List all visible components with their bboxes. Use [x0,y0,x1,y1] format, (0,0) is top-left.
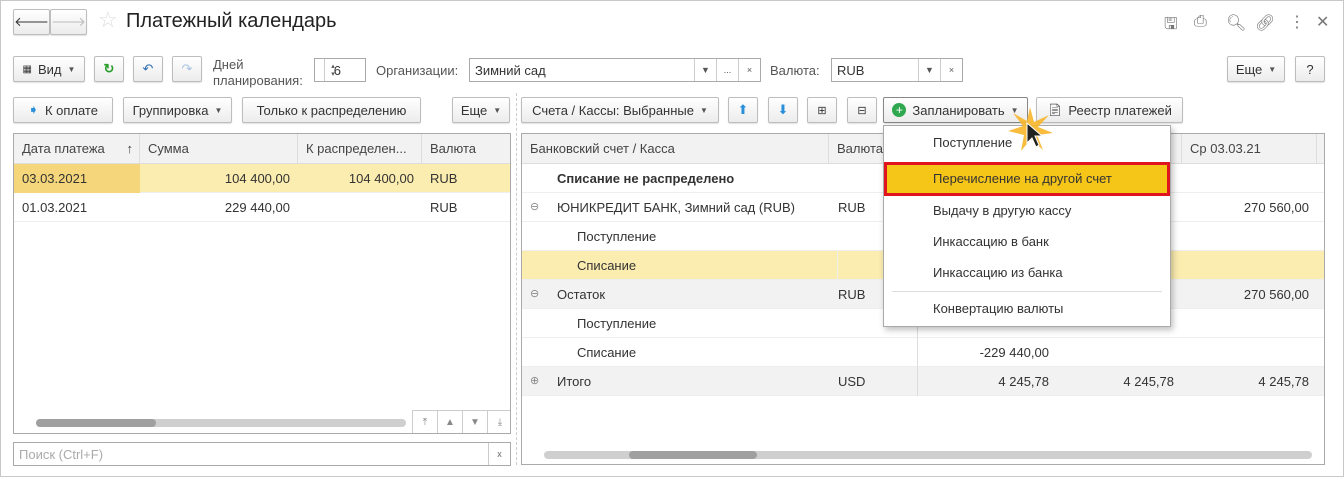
chevron-down-icon[interactable]: ▼ [694,59,716,81]
expand-tree-icon: ⊞ [817,104,827,117]
horizontal-scrollbar[interactable] [36,419,406,427]
table-row[interactable]: ⊕ Итого USD 4 245,78 4 245,78 4 245,78 [522,367,1324,396]
column-header-date-3[interactable]: Ср 03.03.21 [1182,134,1317,164]
grouping-button[interactable]: Группировка ▼ [123,97,232,123]
left-more-button[interactable]: Еще ▼ [452,97,510,123]
close-icon[interactable]: ✕ [1316,12,1329,32]
organization-field[interactable]: Зимний сад ▼ ... × [469,58,761,82]
favorite-star-icon[interactable]: ☆ [98,7,118,33]
help-button[interactable]: ? [1295,56,1325,82]
page-title: Платежный календарь [126,10,337,32]
plus-circle-icon: + [892,103,907,117]
column-header-to-distribute[interactable]: К распределен... [298,134,422,164]
cursor-icon [1008,107,1053,151]
link-icon[interactable]: 🔗︎ [1255,13,1275,33]
days-stepper[interactable]: 6 ▴ ▾ [314,58,366,82]
payments-registry-button[interactable]: 📄︎ Реестр платежей [1036,97,1183,123]
menu-item-collection-to-bank[interactable]: Инкассацию в банк [884,227,1170,257]
chevron-down-icon: ▼ [67,64,76,74]
expand-all-button[interactable]: ⊞ [807,97,837,123]
sort-asc-icon: ↑ [126,141,134,156]
horizontal-scrollbar[interactable] [544,451,1312,459]
payments-table: Дата платежа ↑ Сумма К распределен... Вал… [13,133,511,434]
table-row[interactable]: Списание -229 440,00 [522,338,1324,367]
menu-item-collection-from-bank[interactable]: Инкассацию из банка [884,258,1170,288]
collapse-icon[interactable]: ⊖ [530,193,539,222]
arrow-right-icon: ➧ [28,102,39,117]
column-header-currency[interactable]: Валюта [422,134,510,164]
arrow-right-icon: 🡒 [51,14,86,29]
scroll-up-icon[interactable]: ▲ [437,411,462,433]
splitter[interactable] [516,93,517,465]
back-button[interactable]: 🡐 [13,9,50,35]
table-row[interactable]: 01.03.2021 229 440,00 RUB [14,193,510,222]
column-header-date[interactable]: Дата платежа ↑ [14,134,140,164]
chevron-down-icon: ▼ [493,105,502,115]
grid-icon: ▦ [22,63,32,75]
menu-divider [892,291,1162,292]
print-icon[interactable]: ⎙ [1194,13,1207,31]
plan-dropdown-menu: Поступление Перечисление на другой счет … [883,125,1171,327]
search-input[interactable]: Поиск (Ctrl+F) x [13,442,511,466]
arrow-down-icon: ⬇ [777,102,789,117]
more-button[interactable]: Еще ▼ [1227,56,1285,82]
undo-icon: ↶ [142,61,154,76]
stepper-arrows-icon[interactable]: ▴ ▾ [324,59,341,81]
chevron-down-icon: ▼ [700,105,708,115]
clear-button[interactable]: × [738,59,760,81]
column-header-account[interactable]: Банковский счет / Касса [522,134,829,164]
redo-icon: ↷ [181,61,193,76]
arrow-left-icon: 🡐 [14,14,49,29]
clear-button[interactable]: × [940,59,962,81]
currency-field[interactable]: RUB ▼ × [831,58,963,82]
select-button[interactable]: ... [716,59,738,81]
clear-search-button[interactable]: x [488,443,510,465]
column-header-sum[interactable]: Сумма [140,134,298,164]
to-pay-button[interactable]: ➧ К оплате [13,97,113,123]
table-row[interactable]: 03.03.2021 104 400,00 104 400,00 RUB [14,164,510,193]
accounts-filter-button[interactable]: Счета / Кассы: Выбранные ▼ [521,97,719,123]
menu-item-cash-transfer[interactable]: Выдачу в другую кассу [884,196,1170,226]
scroll-top-icon[interactable]: ⤒ [412,411,437,433]
chevron-down-icon: ▼ [1268,64,1277,74]
scroll-down-icon[interactable]: ▼ [462,411,487,433]
more-vertical-icon[interactable]: ⋮ [1289,12,1305,32]
preview-icon[interactable]: 🔍︎ [1226,13,1246,33]
redo-button[interactable]: ↷ [172,56,202,82]
chevron-down-icon[interactable]: ▼ [918,59,940,81]
move-down-button[interactable]: ⬇ [768,97,798,123]
view-button[interactable]: ▦ Вид ▼ [13,56,85,82]
scroll-bottom-icon[interactable]: ⤓ [487,411,510,433]
collapse-tree-icon: ⊟ [857,104,867,117]
collapse-all-button[interactable]: ⊟ [847,97,877,123]
collapse-icon[interactable]: ⊖ [530,280,539,309]
undo-button[interactable]: ↶ [133,56,163,82]
forward-button[interactable]: 🡒 [50,9,87,35]
menu-item-currency-conversion[interactable]: Конвертацию валюты [884,294,1170,324]
expand-icon[interactable]: ⊕ [530,367,539,396]
refresh-button[interactable]: ↻ [94,56,124,82]
menu-item-transfer[interactable]: Перечисление на другой счет [884,162,1170,196]
save-icon[interactable]: 🖫 [1164,13,1178,40]
chevron-down-icon: ▼ [214,105,223,115]
only-distribution-button[interactable]: Только к распределению [242,97,421,123]
move-up-button[interactable]: ⬆ [728,97,758,123]
arrow-up-icon: ⬆ [737,102,749,117]
refresh-icon: ↻ [103,61,115,76]
